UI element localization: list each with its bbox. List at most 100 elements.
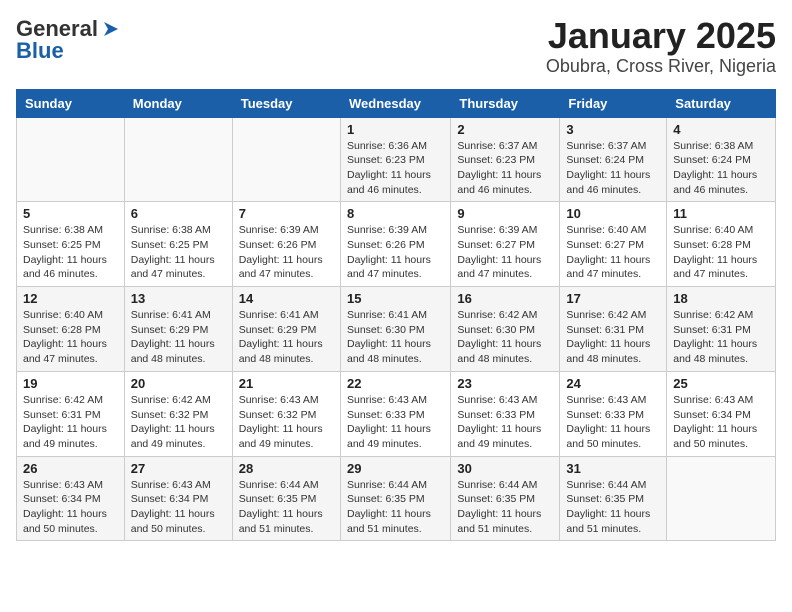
calendar-cell: 31 Sunrise: 6:44 AMSunset: 6:35 PMDayligh… — [560, 456, 667, 541]
day-info: Sunrise: 6:42 AMSunset: 6:31 PMDaylight:… — [673, 308, 769, 367]
calendar-cell: 6Sunrise: 6:38 AMSunset: 6:25 PMDaylight… — [124, 202, 232, 287]
calendar-cell: 12 Sunrise: 6:40 AMSunset: 6:28 PMDayligh… — [17, 287, 125, 372]
calendar-week-row: 26 Sunrise: 6:43 AMSunset: 6:34 PMDayligh… — [17, 456, 776, 541]
day-info: Sunrise: 6:40 AMSunset: 6:28 PMDaylight:… — [23, 308, 118, 367]
calendar-cell: 1Sunrise: 6:36 AMSunset: 6:23 PMDaylight… — [340, 117, 450, 202]
calendar-cell: 19Sunrise: 6:42 AMSunset: 6:31 PMDayligh… — [17, 371, 125, 456]
day-info: Sunrise: 6:43 AMSunset: 6:34 PMDaylight:… — [131, 478, 226, 537]
calendar-cell — [17, 117, 125, 202]
day-number: 11 — [673, 206, 769, 221]
day-info: Sunrise: 6:44 AMSunset: 6:35 PMDaylight:… — [457, 478, 553, 537]
day-info: Sunrise: 6:43 AMSunset: 6:33 PMDaylight:… — [457, 393, 553, 452]
calendar-cell: 20 Sunrise: 6:42 AMSunset: 6:32 PMDayligh… — [124, 371, 232, 456]
day-info: Sunrise: 6:44 AMSunset: 6:35 PMDaylight:… — [239, 478, 334, 537]
day-number: 6 — [131, 206, 226, 221]
calendar-cell: 7 Sunrise: 6:39 AMSunset: 6:26 PMDaylight… — [232, 202, 340, 287]
day-number: 12 — [23, 291, 118, 306]
calendar-week-row: 1Sunrise: 6:36 AMSunset: 6:23 PMDaylight… — [17, 117, 776, 202]
page-header: General Blue January 2025 Obubra, Cross … — [16, 16, 776, 77]
header-tuesday: Tuesday — [232, 89, 340, 117]
calendar-cell: 22 Sunrise: 6:43 AMSunset: 6:33 PMDayligh… — [340, 371, 450, 456]
calendar-cell: 23Sunrise: 6:43 AMSunset: 6:33 PMDayligh… — [451, 371, 560, 456]
day-info: Sunrise: 6:37 AMSunset: 6:23 PMDaylight:… — [457, 139, 553, 198]
header-thursday: Thursday — [451, 89, 560, 117]
day-number: 25 — [673, 376, 769, 391]
day-number: 17 — [566, 291, 660, 306]
calendar-cell: 16 Sunrise: 6:42 AMSunset: 6:30 PMDayligh… — [451, 287, 560, 372]
day-number: 7 — [239, 206, 334, 221]
day-info: Sunrise: 6:39 AMSunset: 6:26 PMDaylight:… — [347, 223, 444, 282]
day-info: Sunrise: 6:43 AMSunset: 6:33 PMDaylight:… — [566, 393, 660, 452]
day-number: 21 — [239, 376, 334, 391]
day-info: Sunrise: 6:37 AMSunset: 6:24 PMDaylight:… — [566, 139, 660, 198]
day-number: 15 — [347, 291, 444, 306]
day-number: 16 — [457, 291, 553, 306]
page-subtitle: Obubra, Cross River, Nigeria — [546, 56, 776, 77]
day-number: 31 — [566, 461, 660, 476]
logo-bird-icon — [100, 20, 118, 38]
day-number: 4 — [673, 122, 769, 137]
day-number: 18 — [673, 291, 769, 306]
calendar-header-row: SundayMondayTuesdayWednesdayThursdayFrid… — [17, 89, 776, 117]
calendar-cell: 8 Sunrise: 6:39 AMSunset: 6:26 PMDaylight… — [340, 202, 450, 287]
calendar-table: SundayMondayTuesdayWednesdayThursdayFrid… — [16, 89, 776, 542]
header-friday: Friday — [560, 89, 667, 117]
calendar-week-row: 19Sunrise: 6:42 AMSunset: 6:31 PMDayligh… — [17, 371, 776, 456]
calendar-cell: 17 Sunrise: 6:42 AMSunset: 6:31 PMDayligh… — [560, 287, 667, 372]
calendar-cell: 15Sunrise: 6:41 AMSunset: 6:30 PMDayligh… — [340, 287, 450, 372]
day-info: Sunrise: 6:42 AMSunset: 6:31 PMDaylight:… — [23, 393, 118, 452]
title-block: January 2025 Obubra, Cross River, Nigeri… — [546, 16, 776, 77]
day-info: Sunrise: 6:43 AMSunset: 6:34 PMDaylight:… — [23, 478, 118, 537]
calendar-cell: 4 Sunrise: 6:38 AMSunset: 6:24 PMDaylight… — [667, 117, 776, 202]
header-monday: Monday — [124, 89, 232, 117]
calendar-week-row: 5 Sunrise: 6:38 AMSunset: 6:25 PMDaylight… — [17, 202, 776, 287]
day-info: Sunrise: 6:40 AMSunset: 6:27 PMDaylight:… — [566, 223, 660, 282]
logo: General Blue — [16, 16, 118, 64]
day-info: Sunrise: 6:36 AMSunset: 6:23 PMDaylight:… — [347, 139, 444, 198]
day-number: 14 — [239, 291, 334, 306]
day-info: Sunrise: 6:43 AMSunset: 6:33 PMDaylight:… — [347, 393, 444, 452]
day-info: Sunrise: 6:39 AMSunset: 6:27 PMDaylight:… — [457, 223, 553, 282]
calendar-cell: 9 Sunrise: 6:39 AMSunset: 6:27 PMDaylight… — [451, 202, 560, 287]
header-saturday: Saturday — [667, 89, 776, 117]
day-number: 20 — [131, 376, 226, 391]
day-info: Sunrise: 6:44 AMSunset: 6:35 PMDaylight:… — [566, 478, 660, 537]
day-info: Sunrise: 6:43 AMSunset: 6:32 PMDaylight:… — [239, 393, 334, 452]
calendar-cell: 26 Sunrise: 6:43 AMSunset: 6:34 PMDayligh… — [17, 456, 125, 541]
day-info: Sunrise: 6:39 AMSunset: 6:26 PMDaylight:… — [239, 223, 334, 282]
day-info: Sunrise: 6:42 AMSunset: 6:31 PMDaylight:… — [566, 308, 660, 367]
calendar-cell: 28 Sunrise: 6:44 AMSunset: 6:35 PMDayligh… — [232, 456, 340, 541]
calendar-cell — [124, 117, 232, 202]
calendar-cell: 21 Sunrise: 6:43 AMSunset: 6:32 PMDayligh… — [232, 371, 340, 456]
day-info: Sunrise: 6:41 AMSunset: 6:29 PMDaylight:… — [131, 308, 226, 367]
logo-blue: Blue — [16, 38, 64, 64]
day-number: 30 — [457, 461, 553, 476]
day-number: 26 — [23, 461, 118, 476]
day-info: Sunrise: 6:38 AMSunset: 6:24 PMDaylight:… — [673, 139, 769, 198]
calendar-cell — [232, 117, 340, 202]
day-number: 5 — [23, 206, 118, 221]
day-number: 29 — [347, 461, 444, 476]
day-number: 13 — [131, 291, 226, 306]
day-info: Sunrise: 6:44 AMSunset: 6:35 PMDaylight:… — [347, 478, 444, 537]
calendar-cell: 5 Sunrise: 6:38 AMSunset: 6:25 PMDaylight… — [17, 202, 125, 287]
day-number: 28 — [239, 461, 334, 476]
day-number: 9 — [457, 206, 553, 221]
page-title: January 2025 — [546, 16, 776, 56]
day-number: 24 — [566, 376, 660, 391]
day-number: 2 — [457, 122, 553, 137]
day-info: Sunrise: 6:41 AMSunset: 6:29 PMDaylight:… — [239, 308, 334, 367]
day-info: Sunrise: 6:43 AMSunset: 6:34 PMDaylight:… — [673, 393, 769, 452]
day-info: Sunrise: 6:42 AMSunset: 6:30 PMDaylight:… — [457, 308, 553, 367]
calendar-cell: 11Sunrise: 6:40 AMSunset: 6:28 PMDayligh… — [667, 202, 776, 287]
day-number: 8 — [347, 206, 444, 221]
day-number: 22 — [347, 376, 444, 391]
calendar-cell: 13 Sunrise: 6:41 AMSunset: 6:29 PMDayligh… — [124, 287, 232, 372]
calendar-cell: 2 Sunrise: 6:37 AMSunset: 6:23 PMDaylight… — [451, 117, 560, 202]
day-info: Sunrise: 6:38 AMSunset: 6:25 PMDaylight:… — [23, 223, 118, 282]
day-info: Sunrise: 6:42 AMSunset: 6:32 PMDaylight:… — [131, 393, 226, 452]
day-number: 3 — [566, 122, 660, 137]
calendar-cell — [667, 456, 776, 541]
calendar-cell: 14 Sunrise: 6:41 AMSunset: 6:29 PMDayligh… — [232, 287, 340, 372]
calendar-cell: 29 Sunrise: 6:44 AMSunset: 6:35 PMDayligh… — [340, 456, 450, 541]
